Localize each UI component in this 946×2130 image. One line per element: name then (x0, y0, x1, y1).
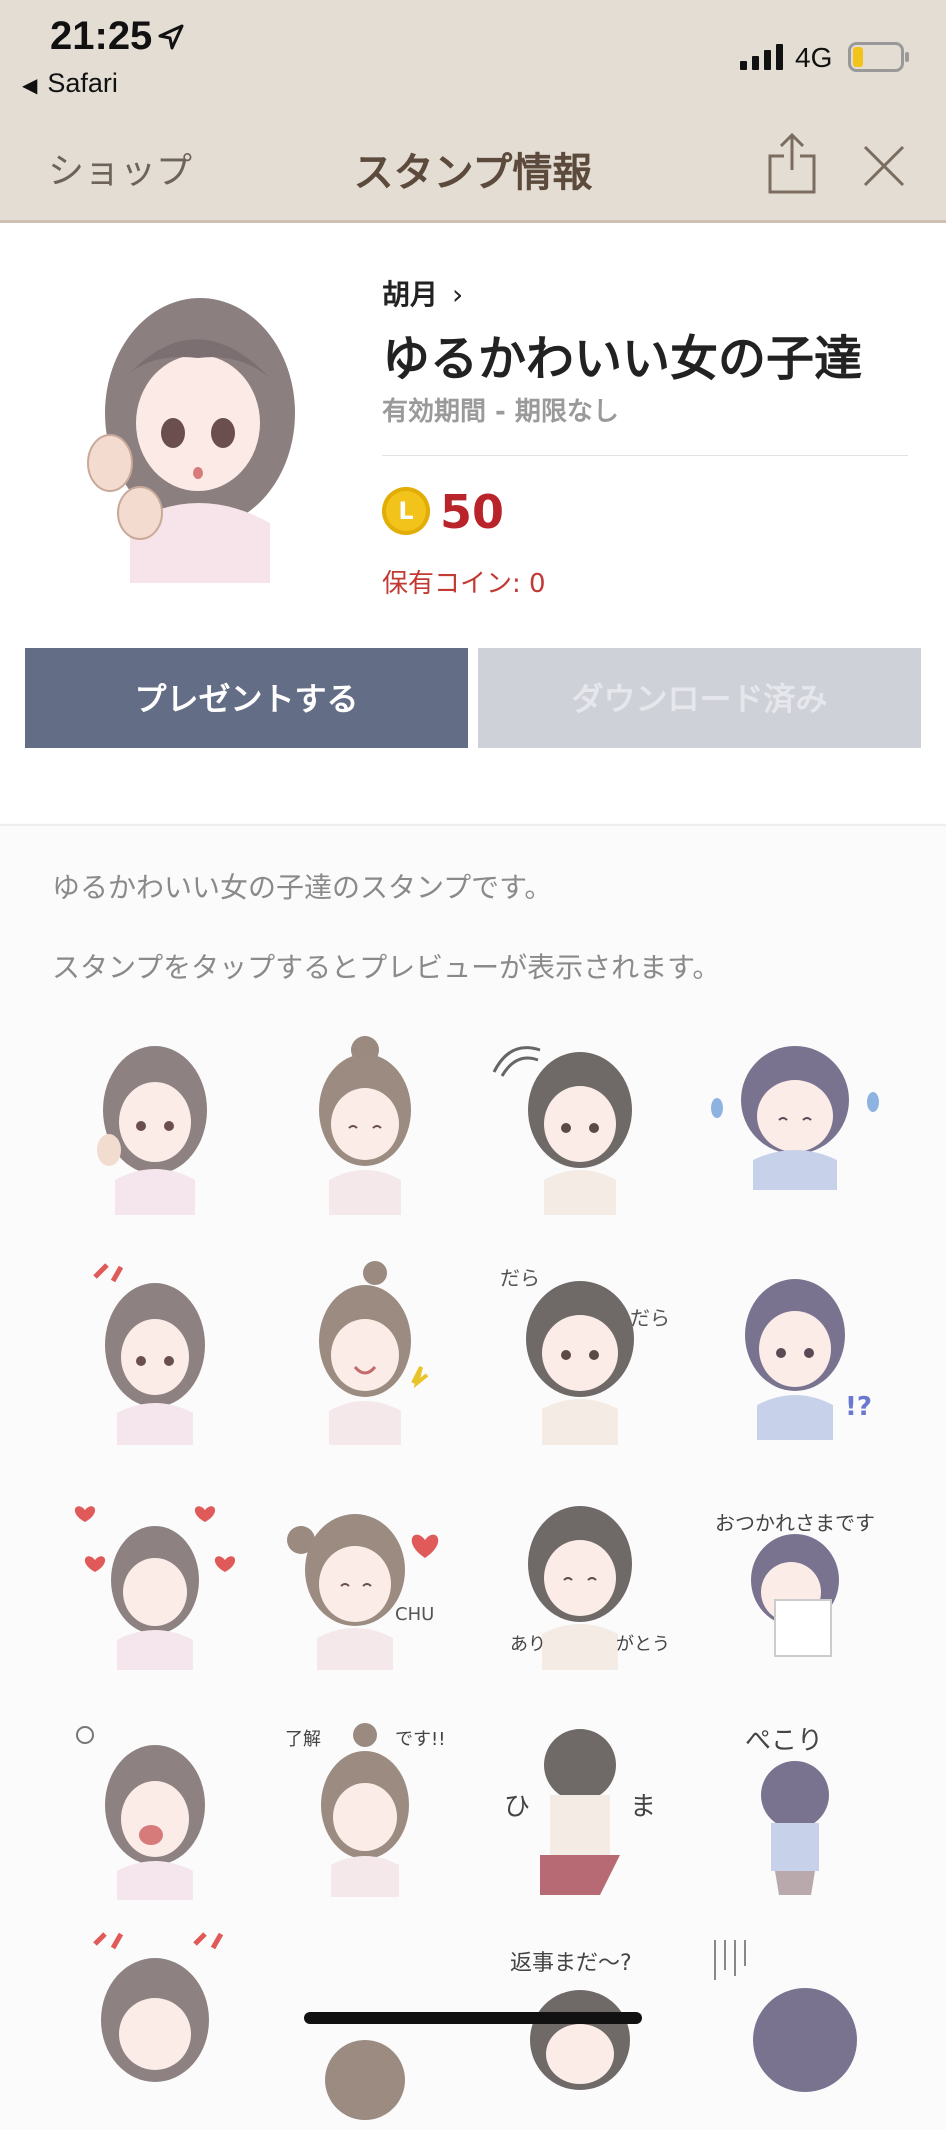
svg-text:です!!: です!! (395, 1729, 445, 1750)
sticker-item[interactable] (265, 1930, 465, 2130)
main-sticker-image (87, 298, 295, 583)
pack-description: ゆるかわいい女の子達のスタンプです。 (52, 871, 553, 904)
network-type: 4G (795, 42, 833, 73)
sticker-item[interactable] (695, 1030, 895, 1230)
sticker-item[interactable] (55, 1255, 255, 1455)
sticker-item[interactable] (265, 1030, 465, 1230)
sticker-item[interactable] (480, 1030, 680, 1230)
home-indicator[interactable] (304, 2012, 642, 2024)
svg-text:ひ: ひ (504, 1792, 530, 1822)
present-button[interactable]: プレゼントする (25, 648, 468, 748)
back-app-label: Safari (47, 68, 118, 98)
svg-text:!?: !? (845, 1392, 872, 1422)
sticker-item[interactable] (55, 1030, 255, 1230)
svg-text:返事まだ〜?: 返事まだ〜? (510, 1951, 632, 1976)
location-arrow-icon (158, 24, 184, 50)
svg-text:あり: あり (510, 1634, 546, 1655)
svg-text:だら: だら (630, 1306, 670, 1330)
close-icon[interactable] (862, 144, 906, 188)
sticker-item[interactable] (55, 1705, 255, 1905)
battery-icon (848, 42, 909, 72)
status-bar: 21:25 ◀ Safari 4G (0, 0, 946, 110)
pack-title: ゆるかわいい女の子達 (382, 331, 863, 387)
author-link[interactable]: 胡月 › (382, 273, 463, 313)
sticker-item[interactable]: !? (695, 1255, 895, 1455)
sticker-pack-header: 胡月 › ゆるかわいい女の子達 有効期間 - 期限なし L 50 保有コイン: 0… (0, 223, 946, 823)
back-to-safari[interactable]: ◀ Safari (22, 68, 118, 99)
section-divider (0, 824, 946, 826)
svg-text:CHU: CHU (395, 1604, 434, 1625)
sticker-item[interactable] (55, 1930, 255, 2130)
validity-period: 有効期間 - 期限なし (382, 397, 619, 427)
share-icon[interactable] (766, 132, 818, 196)
svg-text:ま: ま (630, 1792, 656, 1822)
sticker-item[interactable] (55, 1480, 255, 1680)
sticker-item[interactable]: ひ ま (480, 1705, 680, 1905)
sticker-item[interactable] (695, 1930, 895, 2130)
sticker-item[interactable]: CHU (265, 1480, 465, 1680)
svg-text:だら: だら (500, 1266, 540, 1290)
svg-text:ぺこり: ぺこり (745, 1726, 823, 1756)
chevron-right-icon: › (452, 278, 464, 311)
svg-text:がとう: がとう (616, 1634, 670, 1655)
price: 50 (440, 485, 505, 539)
download-button[interactable]: ダウンロード済み (478, 648, 921, 748)
sticker-item[interactable] (265, 1255, 465, 1455)
status-time: 21:25 (50, 14, 153, 58)
sticker-item[interactable]: だら だら (480, 1255, 680, 1455)
owned-coins: 保有コイン: 0 (382, 569, 546, 599)
divider (382, 455, 908, 456)
svg-text:了解: 了解 (285, 1729, 321, 1750)
author-name: 胡月 (382, 278, 439, 311)
sticker-item[interactable]: おつかれさまです (695, 1480, 895, 1680)
sticker-item[interactable]: 了解 です!! (265, 1705, 465, 1905)
sticker-item[interactable]: 返事まだ〜? (480, 1930, 680, 2130)
back-triangle-icon: ◀ (22, 75, 38, 97)
sticker-item[interactable]: ぺこり (695, 1705, 895, 1905)
coin-icon: L (382, 487, 430, 535)
preview-hint: スタンプをタップするとプレビューが表示されます。 (52, 951, 721, 984)
signal-icon (740, 44, 783, 70)
svg-text:おつかれさまです: おつかれさまです (715, 1511, 875, 1535)
sticker-item[interactable]: あり がとう (480, 1480, 680, 1680)
nav-bar: ショップ スタンプ情報 (0, 110, 946, 223)
